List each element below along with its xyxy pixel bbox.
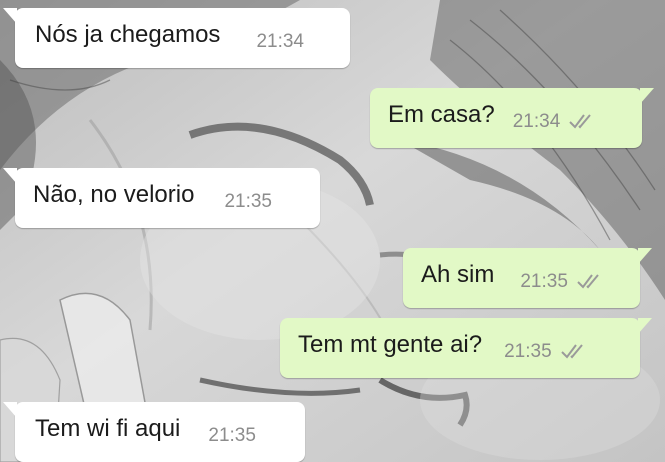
- message-bubble-outgoing[interactable]: Ah sim 21:35: [403, 248, 652, 308]
- message-text: Tem mt gente ai?: [298, 331, 483, 358]
- message-bubble-outgoing[interactable]: Em casa? 21:34: [370, 88, 654, 148]
- message-timestamp: 21:34: [256, 31, 304, 52]
- message-timestamp: 21:35: [520, 271, 568, 292]
- message-bubble-incoming[interactable]: Tem wi fi aqui 21:35: [3, 402, 305, 462]
- message-text: Não, no velorio: [33, 181, 195, 208]
- message-timestamp: 21:35: [208, 425, 256, 446]
- message-text: Tem wi fi aqui: [35, 415, 181, 442]
- message-bubble-incoming[interactable]: Nós ja chegamos 21:34: [3, 8, 350, 68]
- message-text: Ah sim: [421, 261, 495, 288]
- message-bubble-incoming[interactable]: Não, no velorio 21:35: [3, 168, 320, 228]
- message-timestamp: 21:35: [224, 191, 272, 212]
- message-text: Em casa?: [388, 101, 495, 128]
- double-check-icon: [577, 274, 599, 289]
- message-bubble-outgoing[interactable]: Tem mt gente ai? 21:35: [280, 318, 652, 378]
- double-check-icon: [560, 344, 583, 359]
- double-check-icon: [569, 114, 592, 129]
- chat-wallpaper: [0, 0, 665, 462]
- message-timestamp: 21:35: [504, 341, 552, 362]
- message-timestamp: 21:34: [512, 111, 561, 132]
- message-text: Nós ja chegamos: [35, 21, 221, 48]
